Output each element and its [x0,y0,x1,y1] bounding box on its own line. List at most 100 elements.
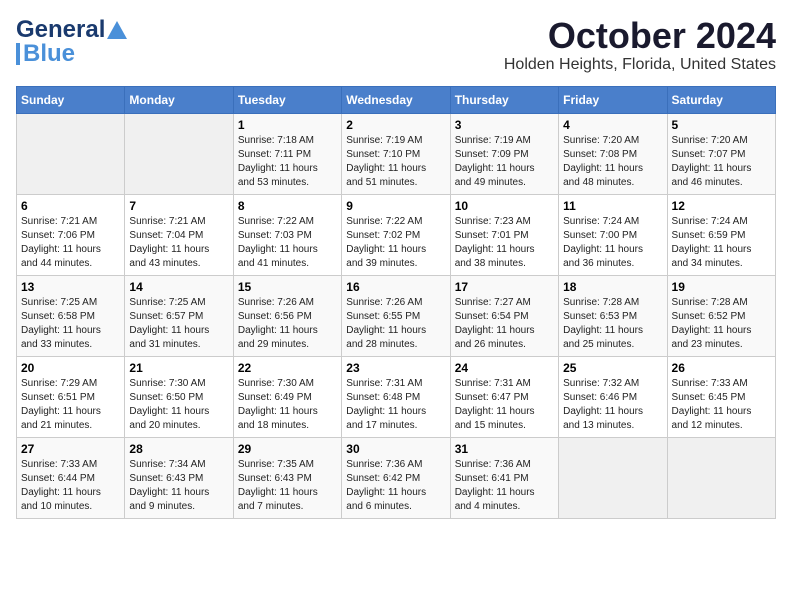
calendar-cell: 19 Sunrise: 7:28 AM Sunset: 6:52 PM Dayli… [667,275,775,356]
day-number: 24 [455,361,554,375]
day-number: 6 [21,199,120,213]
day-number: 12 [672,199,771,213]
day-number: 17 [455,280,554,294]
day-info: Sunrise: 7:19 AM Sunset: 7:10 PM Dayligh… [346,134,445,190]
day-info: Sunrise: 7:26 AM Sunset: 6:55 PM Dayligh… [346,296,445,352]
weekday-header-row: SundayMondayTuesdayWednesdayThursdayFrid… [17,86,776,113]
day-number: 9 [346,199,445,213]
day-info: Sunrise: 7:28 AM Sunset: 6:53 PM Dayligh… [563,296,662,352]
day-number: 4 [563,118,662,132]
logo-text-blue: Blue [23,40,75,68]
calendar-cell: 28 Sunrise: 7:34 AM Sunset: 6:43 PM Dayli… [125,437,233,518]
day-number: 7 [129,199,228,213]
calendar-week-row: 13Sunrise: 7:25 AM Sunset: 6:58 PM Dayli… [17,275,776,356]
calendar-cell: 9Sunrise: 7:22 AM Sunset: 7:02 PM Daylig… [342,194,450,275]
calendar-cell: 29 Sunrise: 7:35 AM Sunset: 6:43 PM Dayli… [233,437,341,518]
logo-triangle-icon [107,19,127,41]
day-info: Sunrise: 7:26 AM Sunset: 6:56 PM Dayligh… [238,296,337,352]
day-info: Sunrise: 7:21 AM Sunset: 7:04 PM Dayligh… [129,215,228,271]
calendar-cell: 24 Sunrise: 7:31 AM Sunset: 6:47 PM Dayli… [450,356,558,437]
day-number: 29 [238,442,337,456]
day-number: 26 [672,361,771,375]
day-info: Sunrise: 7:18 AM Sunset: 7:11 PM Dayligh… [238,134,337,190]
day-info: Sunrise: 7:27 AM Sunset: 6:54 PM Dayligh… [455,296,554,352]
day-number: 30 [346,442,445,456]
calendar-cell: 25 Sunrise: 7:32 AM Sunset: 6:46 PM Dayli… [559,356,667,437]
calendar-cell: 22Sunrise: 7:30 AM Sunset: 6:49 PM Dayli… [233,356,341,437]
logo-blue-bar [16,43,20,65]
day-number: 14 [129,280,228,294]
day-number: 20 [21,361,120,375]
calendar-cell [17,113,125,194]
calendar-header: SundayMondayTuesdayWednesdayThursdayFrid… [17,86,776,113]
day-number: 23 [346,361,445,375]
day-number: 2 [346,118,445,132]
calendar-cell: 7 Sunrise: 7:21 AM Sunset: 7:04 PM Daylig… [125,194,233,275]
weekday-header-monday: Monday [125,86,233,113]
day-info: Sunrise: 7:36 AM Sunset: 6:42 PM Dayligh… [346,458,445,514]
day-number: 27 [21,442,120,456]
calendar-cell: 10 Sunrise: 7:23 AM Sunset: 7:01 PM Dayli… [450,194,558,275]
calendar-cell: 16 Sunrise: 7:26 AM Sunset: 6:55 PM Dayli… [342,275,450,356]
day-number: 10 [455,199,554,213]
day-number: 16 [346,280,445,294]
day-info: Sunrise: 7:31 AM Sunset: 6:48 PM Dayligh… [346,377,445,433]
day-info: Sunrise: 7:34 AM Sunset: 6:43 PM Dayligh… [129,458,228,514]
day-number: 8 [238,199,337,213]
calendar-cell: 26 Sunrise: 7:33 AM Sunset: 6:45 PM Dayli… [667,356,775,437]
day-info: Sunrise: 7:24 AM Sunset: 7:00 PM Dayligh… [563,215,662,271]
logo: General Blue [16,16,127,68]
title-block: October 2024 Holden Heights, Florida, Un… [504,16,776,74]
day-info: Sunrise: 7:36 AM Sunset: 6:41 PM Dayligh… [455,458,554,514]
weekday-header-friday: Friday [559,86,667,113]
day-number: 28 [129,442,228,456]
day-number: 1 [238,118,337,132]
day-info: Sunrise: 7:23 AM Sunset: 7:01 PM Dayligh… [455,215,554,271]
day-number: 21 [129,361,228,375]
page-header: General Blue October 2024 Holden Heights… [16,16,776,74]
calendar-cell: 6 Sunrise: 7:21 AM Sunset: 7:06 PM Daylig… [17,194,125,275]
calendar-cell: 21 Sunrise: 7:30 AM Sunset: 6:50 PM Dayli… [125,356,233,437]
calendar-cell: 23 Sunrise: 7:31 AM Sunset: 6:48 PM Dayli… [342,356,450,437]
day-info: Sunrise: 7:25 AM Sunset: 6:57 PM Dayligh… [129,296,228,352]
day-info: Sunrise: 7:25 AM Sunset: 6:58 PM Dayligh… [21,296,120,352]
day-number: 18 [563,280,662,294]
calendar-cell: 14 Sunrise: 7:25 AM Sunset: 6:57 PM Dayli… [125,275,233,356]
calendar-cell [667,437,775,518]
day-info: Sunrise: 7:20 AM Sunset: 7:07 PM Dayligh… [672,134,771,190]
day-number: 31 [455,442,554,456]
day-info: Sunrise: 7:32 AM Sunset: 6:46 PM Dayligh… [563,377,662,433]
day-info: Sunrise: 7:20 AM Sunset: 7:08 PM Dayligh… [563,134,662,190]
day-number: 11 [563,199,662,213]
day-info: Sunrise: 7:19 AM Sunset: 7:09 PM Dayligh… [455,134,554,190]
calendar-cell: 20 Sunrise: 7:29 AM Sunset: 6:51 PM Dayli… [17,356,125,437]
calendar-cell: 12Sunrise: 7:24 AM Sunset: 6:59 PM Dayli… [667,194,775,275]
calendar-cell: 18 Sunrise: 7:28 AM Sunset: 6:53 PM Dayli… [559,275,667,356]
weekday-header-saturday: Saturday [667,86,775,113]
calendar-cell: 3Sunrise: 7:19 AM Sunset: 7:09 PM Daylig… [450,113,558,194]
calendar-cell: 1 Sunrise: 7:18 AM Sunset: 7:11 PM Daylig… [233,113,341,194]
day-info: Sunrise: 7:31 AM Sunset: 6:47 PM Dayligh… [455,377,554,433]
day-info: Sunrise: 7:28 AM Sunset: 6:52 PM Dayligh… [672,296,771,352]
calendar-cell: 15Sunrise: 7:26 AM Sunset: 6:56 PM Dayli… [233,275,341,356]
page-subtitle: Holden Heights, Florida, United States [504,56,776,74]
weekday-header-wednesday: Wednesday [342,86,450,113]
day-info: Sunrise: 7:33 AM Sunset: 6:44 PM Dayligh… [21,458,120,514]
day-info: Sunrise: 7:30 AM Sunset: 6:50 PM Dayligh… [129,377,228,433]
calendar-cell: 31 Sunrise: 7:36 AM Sunset: 6:41 PM Dayli… [450,437,558,518]
calendar-cell [125,113,233,194]
calendar-cell: 30 Sunrise: 7:36 AM Sunset: 6:42 PM Dayli… [342,437,450,518]
calendar-week-row: 6 Sunrise: 7:21 AM Sunset: 7:06 PM Daylig… [17,194,776,275]
day-number: 19 [672,280,771,294]
weekday-header-thursday: Thursday [450,86,558,113]
calendar-table: SundayMondayTuesdayWednesdayThursdayFrid… [16,86,776,519]
calendar-cell [559,437,667,518]
day-info: Sunrise: 7:29 AM Sunset: 6:51 PM Dayligh… [21,377,120,433]
calendar-cell: 27 Sunrise: 7:33 AM Sunset: 6:44 PM Dayli… [17,437,125,518]
day-info: Sunrise: 7:35 AM Sunset: 6:43 PM Dayligh… [238,458,337,514]
day-number: 22 [238,361,337,375]
day-info: Sunrise: 7:33 AM Sunset: 6:45 PM Dayligh… [672,377,771,433]
day-info: Sunrise: 7:21 AM Sunset: 7:06 PM Dayligh… [21,215,120,271]
day-number: 5 [672,118,771,132]
day-number: 25 [563,361,662,375]
